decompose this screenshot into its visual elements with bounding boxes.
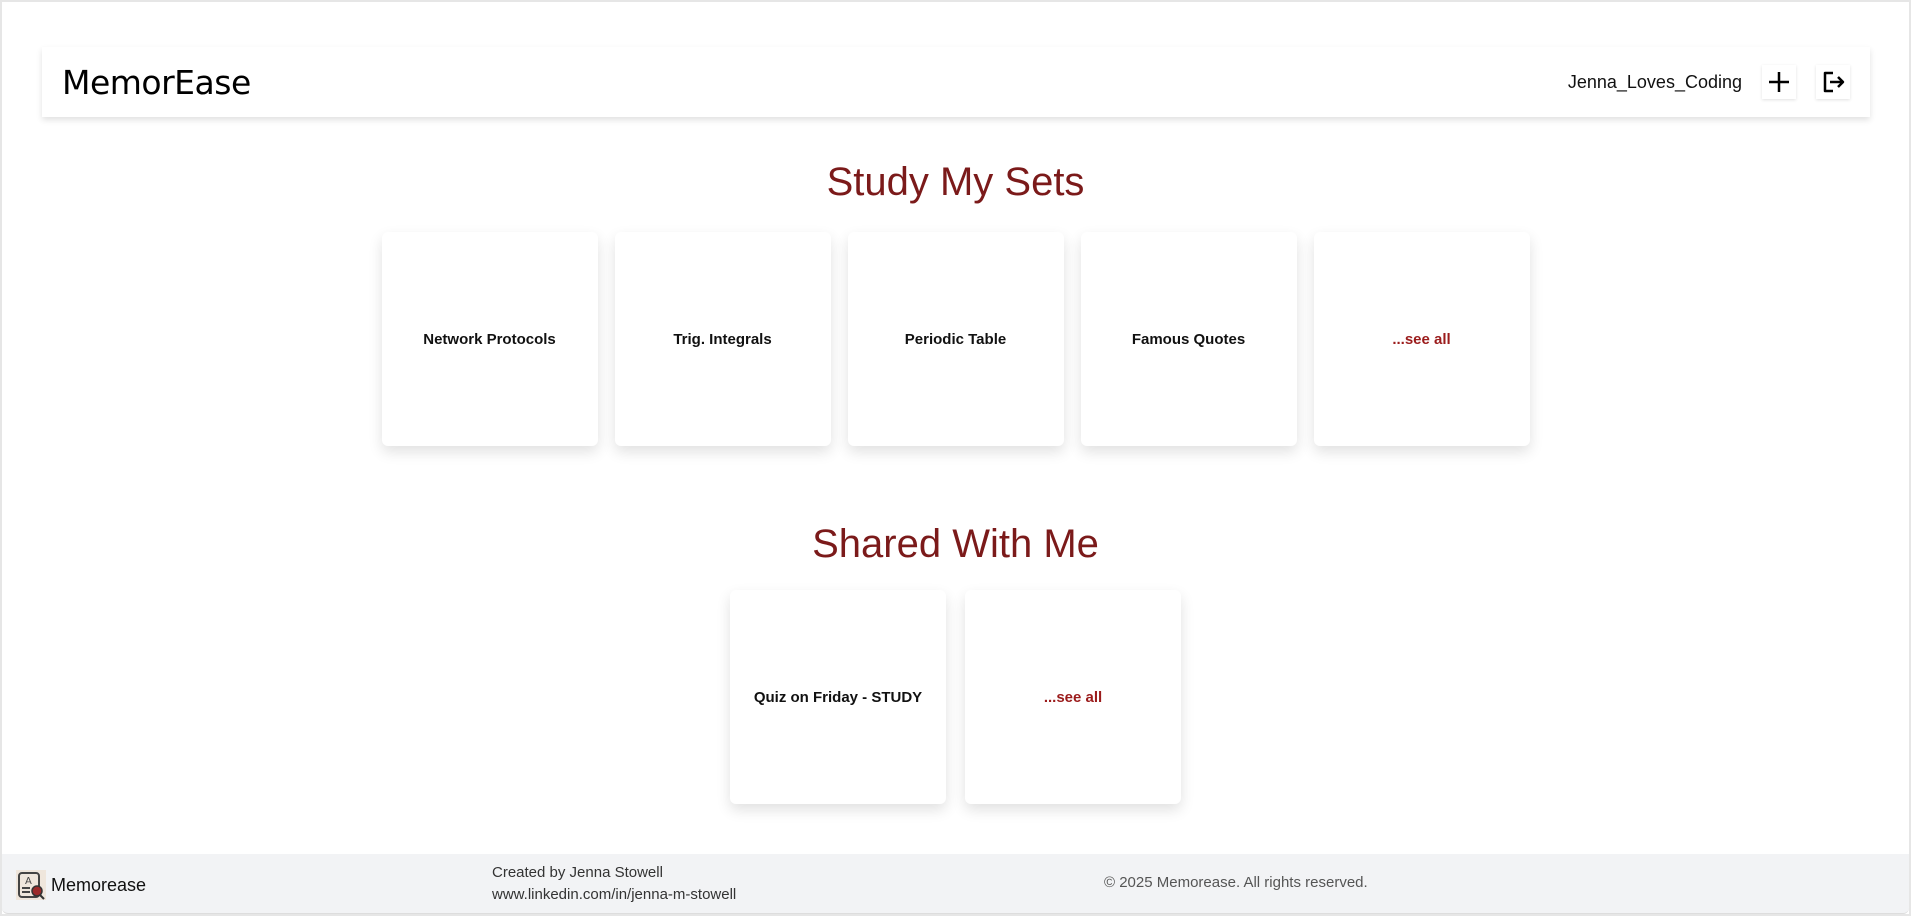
top-navbar: MemorEase Jenna_Loves_Coding: [42, 47, 1870, 117]
linkedin-link[interactable]: www.linkedin.com/in/jenna-m-stowell: [492, 884, 736, 906]
shared-title: Shared With Me: [812, 522, 1099, 566]
my-sets-list: Network Protocols Trig. Integrals Period…: [2, 232, 1909, 446]
footer: A Memorease Created by Jenna Stowell www…: [2, 854, 1909, 914]
plus-icon: [1769, 72, 1789, 92]
svg-text:A: A: [25, 876, 32, 887]
flashcard-search-icon: A: [16, 870, 46, 900]
created-by: Created by Jenna Stowell: [492, 864, 663, 881]
shared-set-card[interactable]: Quiz on Friday - STUDY: [730, 590, 946, 804]
footer-brand: A Memorease: [15, 869, 146, 901]
footer-brand-name: Memorease: [51, 874, 147, 895]
username[interactable]: Jenna_Loves_Coding: [1568, 72, 1742, 93]
set-card[interactable]: Famous Quotes: [1080, 232, 1297, 446]
credits: Created by Jenna Stowell www.linkedin.co…: [492, 862, 736, 906]
set-card[interactable]: Trig. Integrals: [614, 232, 831, 446]
set-card[interactable]: Periodic Table: [847, 232, 1064, 446]
copyright: © 2025 Memorease. All rights reserved.: [1104, 874, 1368, 891]
my-sets-title: Study My Sets: [826, 160, 1085, 204]
create-set-button[interactable]: [1762, 65, 1796, 99]
shared-sets-list: Quiz on Friday - STUDY ...see all: [2, 590, 1909, 804]
user-controls: Jenna_Loves_Coding: [1568, 65, 1850, 99]
logout-button[interactable]: [1816, 65, 1850, 99]
see-all-my-sets[interactable]: ...see all: [1313, 232, 1530, 446]
app-logo[interactable]: MemorEase: [62, 63, 251, 102]
see-all-shared[interactable]: ...see all: [965, 590, 1181, 804]
logout-icon: [1823, 71, 1845, 93]
set-card[interactable]: Network Protocols: [381, 232, 598, 446]
